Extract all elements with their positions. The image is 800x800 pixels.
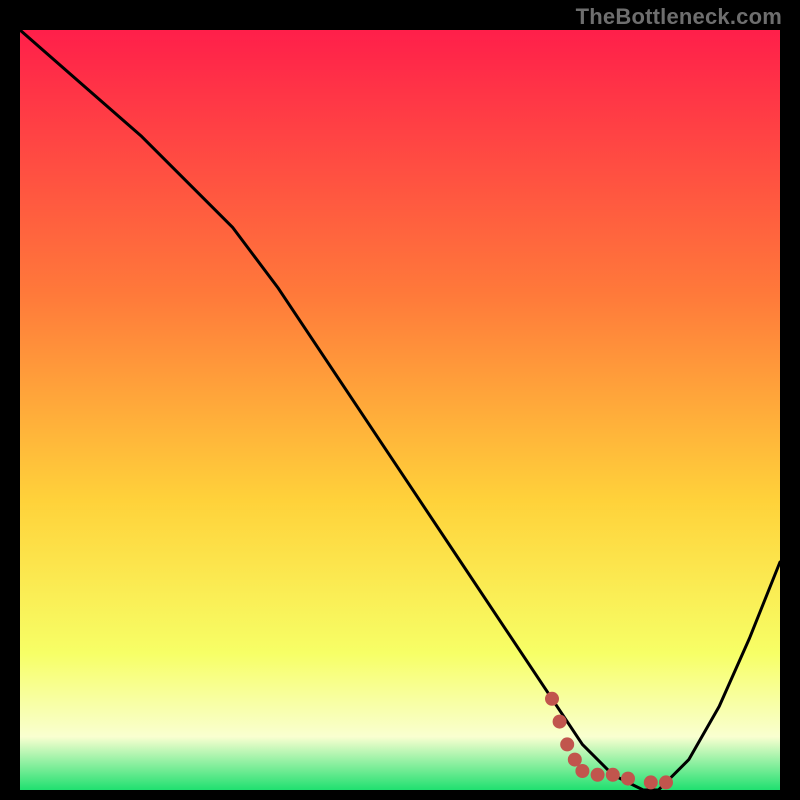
highlight-marker — [553, 715, 567, 729]
gradient-background — [20, 30, 780, 790]
plot-area — [20, 30, 780, 790]
highlight-marker — [545, 692, 559, 706]
watermark-text: TheBottleneck.com — [576, 4, 782, 30]
highlight-marker — [644, 775, 658, 789]
chart-frame: TheBottleneck.com — [0, 0, 800, 800]
highlight-marker — [575, 764, 589, 778]
highlight-marker — [560, 737, 574, 751]
chart-svg — [20, 30, 780, 790]
highlight-marker — [591, 768, 605, 782]
highlight-marker — [568, 753, 582, 767]
highlight-marker — [606, 768, 620, 782]
highlight-marker — [659, 775, 673, 789]
highlight-marker — [621, 772, 635, 786]
